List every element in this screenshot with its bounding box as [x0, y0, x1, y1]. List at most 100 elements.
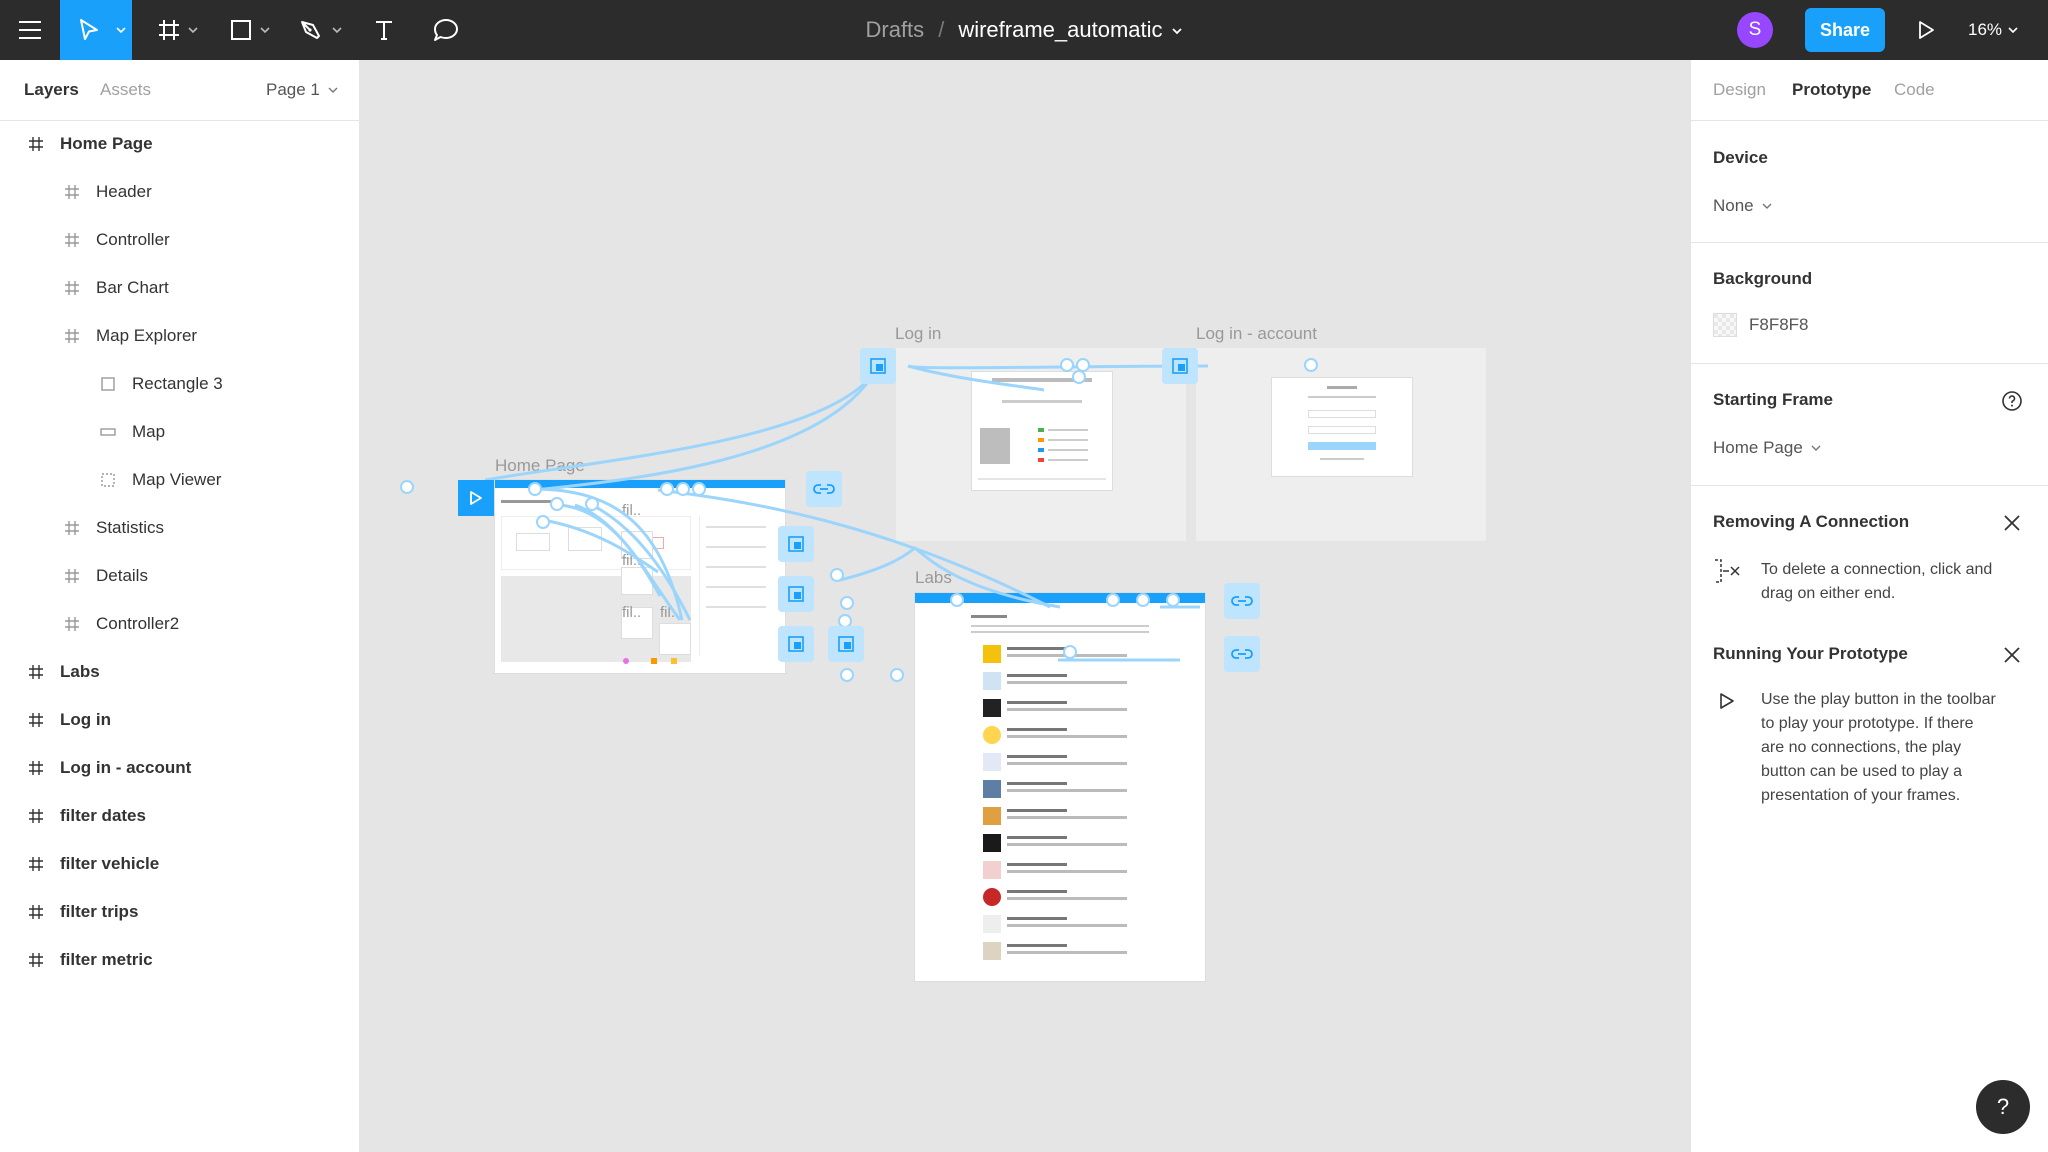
play-icon: [470, 491, 482, 505]
connection-endpoint[interactable]: [536, 515, 550, 529]
tab-layers[interactable]: Layers: [24, 80, 79, 100]
overlay-node[interactable]: [1162, 348, 1198, 384]
layer-item-map[interactable]: Map: [0, 412, 360, 452]
layer-item-labs[interactable]: Labs: [0, 652, 360, 692]
link-node[interactable]: [806, 471, 842, 507]
starting-frame-select[interactable]: Home Page: [1713, 438, 1821, 458]
connection-endpoint[interactable]: [400, 480, 414, 494]
shape-tool-button[interactable]: [220, 0, 276, 60]
layer-item-rectangle-3[interactable]: Rectangle 3: [0, 364, 360, 404]
connection-endpoint[interactable]: [676, 482, 690, 496]
connection-endpoint[interactable]: [660, 482, 674, 496]
layer-name: Map: [132, 422, 166, 441]
connection-endpoint[interactable]: [840, 596, 854, 610]
zoom-level: 16%: [1968, 20, 2003, 39]
running-prototype-text: Use the play button in the toolbar to pl…: [1761, 691, 1996, 804]
layer-item-map-viewer[interactable]: Map Viewer: [0, 460, 360, 500]
layer-item-bar-chart[interactable]: Bar Chart: [0, 268, 360, 308]
connection-endpoint[interactable]: [692, 482, 706, 496]
tab-code[interactable]: Code: [1894, 80, 1935, 100]
chevron-down-icon[interactable]: [1171, 26, 1183, 36]
starting-frame-play-button[interactable]: [458, 480, 494, 516]
connection-endpoint[interactable]: [830, 568, 844, 582]
properties-panel: Design Prototype Code Device None Backgr…: [1690, 60, 2048, 1152]
move-tool-button[interactable]: [60, 0, 132, 60]
layer-item-controller[interactable]: Controller: [0, 220, 360, 260]
overlay-icon: [788, 586, 804, 602]
canvas[interactable]: Log in Log in - account Home Page Labs f…: [360, 60, 1690, 1152]
page-select[interactable]: Page 1: [266, 80, 338, 100]
layer-name: filter metric: [60, 950, 153, 969]
connection-endpoint[interactable]: [585, 497, 599, 511]
connection-endpoint[interactable]: [1136, 593, 1150, 607]
close-icon[interactable]: [2001, 512, 2023, 534]
connection-endpoint[interactable]: [1166, 593, 1180, 607]
close-icon[interactable]: [2001, 644, 2023, 666]
present-button[interactable]: [1906, 0, 1946, 60]
connection-endpoint[interactable]: [950, 593, 964, 607]
layer-name: Log in: [60, 710, 111, 729]
layer-item-filter-dates[interactable]: filter dates: [0, 796, 360, 836]
layer-item-log-in-account[interactable]: Log in - account: [0, 748, 360, 788]
connection-endpoint[interactable]: [840, 668, 854, 682]
tab-assets[interactable]: Assets: [100, 80, 151, 100]
tab-prototype[interactable]: Prototype: [1792, 80, 1871, 100]
frame-icon: [26, 710, 46, 730]
layer-name: Bar Chart: [96, 278, 169, 297]
overlay-node[interactable]: [778, 626, 814, 662]
cursor-icon: [80, 19, 98, 40]
layer-item-home-page[interactable]: Home Page: [0, 124, 360, 164]
layer-item-controller2[interactable]: Controller2: [0, 604, 360, 644]
avatar[interactable]: S: [1737, 12, 1773, 48]
frame-tool-button[interactable]: [148, 0, 204, 60]
help-button[interactable]: ?: [1976, 1080, 2030, 1134]
overlay-node[interactable]: [778, 576, 814, 612]
tab-design[interactable]: Design: [1713, 80, 1766, 100]
connection-endpoint[interactable]: [1304, 358, 1318, 372]
connection-endpoint[interactable]: [528, 482, 542, 496]
file-name[interactable]: wireframe_automatic: [958, 17, 1162, 43]
connection-line[interactable]: [907, 364, 1045, 392]
share-button[interactable]: Share: [1805, 8, 1885, 52]
play-icon: [1919, 21, 1934, 39]
connection-endpoint[interactable]: [1106, 593, 1120, 607]
main-menu-button[interactable]: [0, 0, 60, 60]
starting-frame-title: Starting Frame: [1713, 390, 1833, 409]
connection-endpoint[interactable]: [1072, 370, 1086, 384]
overlay-icon: [788, 536, 804, 552]
zoom-control[interactable]: 16%: [1968, 0, 2048, 60]
layer-item-statistics[interactable]: Statistics: [0, 508, 360, 548]
link-node[interactable]: [1224, 636, 1260, 672]
overlay-node[interactable]: [828, 626, 864, 662]
overlay-node[interactable]: [860, 348, 896, 384]
connection-endpoint[interactable]: [550, 497, 564, 511]
tips-section: Removing A Connection To delete a connec…: [1691, 486, 2048, 1046]
right-panel-tabs: Design Prototype Code: [1691, 60, 2048, 121]
layer-item-filter-metric[interactable]: filter metric: [0, 940, 360, 980]
comment-tool-button[interactable]: [418, 0, 474, 60]
device-section: Device None: [1691, 122, 2048, 243]
group-icon: [98, 470, 118, 490]
connection-endpoint[interactable]: [1060, 358, 1074, 372]
help-circle-icon[interactable]: [2001, 390, 2023, 412]
layers-panel: Layers Assets Page 1 Home Page Header Co…: [0, 60, 360, 1152]
connection-endpoint[interactable]: [890, 668, 904, 682]
layer-item-header[interactable]: Header: [0, 172, 360, 212]
text-tool-button[interactable]: [360, 0, 408, 60]
connection-endpoint[interactable]: [1063, 645, 1077, 659]
pen-tool-button[interactable]: [290, 0, 346, 60]
device-title: Device: [1713, 148, 1768, 167]
link-node[interactable]: [1224, 583, 1260, 619]
breadcrumb-drafts-link[interactable]: Drafts: [866, 17, 925, 43]
overlay-icon: [838, 636, 854, 652]
layer-item-filter-vehicle[interactable]: filter vehicle: [0, 844, 360, 884]
layer-item-details[interactable]: Details: [0, 556, 360, 596]
layer-item-filter-trips[interactable]: filter trips: [0, 892, 360, 932]
background-color-swatch[interactable]: [1713, 313, 1737, 337]
background-color-value[interactable]: F8F8F8: [1749, 315, 1809, 335]
layer-item-log-in[interactable]: Log in: [0, 700, 360, 740]
chevron-down-icon: [188, 27, 198, 34]
overlay-node[interactable]: [778, 526, 814, 562]
layer-item-map-explorer[interactable]: Map Explorer: [0, 316, 360, 356]
device-select[interactable]: None: [1713, 196, 1772, 216]
